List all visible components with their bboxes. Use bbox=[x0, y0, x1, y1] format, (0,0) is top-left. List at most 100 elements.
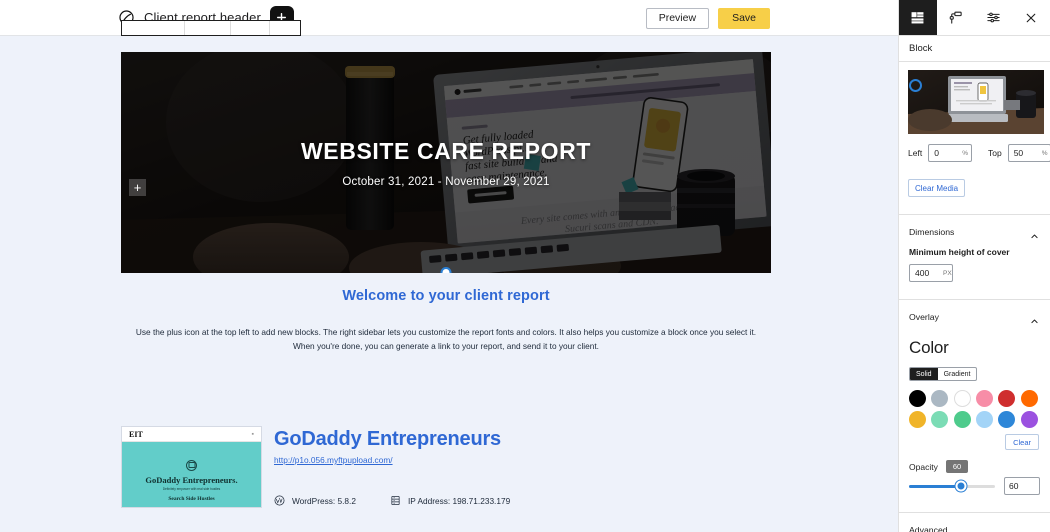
fact-wordpress: WordPress: 5.8.2 bbox=[274, 495, 356, 506]
sidebar-tabs bbox=[899, 0, 1050, 36]
block-toolbar-cell[interactable] bbox=[270, 21, 300, 35]
focal-point-picker[interactable] bbox=[899, 62, 1050, 134]
swatch-vivid-green-cyan[interactable] bbox=[953, 411, 971, 428]
swatch-vivid-red[interactable] bbox=[998, 390, 1016, 407]
chevron-up-icon bbox=[1030, 313, 1039, 323]
thumbnail-hero: GoDaddy Entrepreneurs. Definitely empowe… bbox=[122, 442, 261, 507]
swatch-pale-cyan-blue[interactable] bbox=[976, 411, 993, 428]
tab-close[interactable] bbox=[1012, 0, 1050, 35]
chevron-up-icon bbox=[1030, 228, 1039, 238]
segment-solid[interactable]: Solid bbox=[910, 368, 938, 380]
welcome-paragraph: Use the plus icon at the top left to add… bbox=[135, 327, 757, 351]
editor-canvas: Get fully loaded WordPress pl... fast si… bbox=[0, 36, 898, 532]
shield-icon bbox=[186, 459, 197, 471]
swatch-white[interactable] bbox=[953, 390, 971, 407]
left-label: Left bbox=[908, 148, 923, 158]
preview-button[interactable]: Preview bbox=[645, 7, 710, 29]
opacity-control: Opacity 60 bbox=[899, 450, 1050, 495]
segment-gradient[interactable]: Gradient bbox=[938, 368, 977, 380]
min-height-row: PX bbox=[899, 257, 1050, 282]
settings-sidebar: Block Left 0 % Top 50 % Clear Media Dime… bbox=[898, 0, 1050, 532]
block-toolbar-cell[interactable] bbox=[122, 21, 185, 35]
top-unit: % bbox=[1041, 149, 1048, 157]
block-toolbar[interactable] bbox=[121, 20, 301, 36]
wordpress-icon bbox=[274, 495, 285, 506]
swatch-vivid-cyan-blue[interactable] bbox=[998, 411, 1016, 428]
fact-wordpress-text: WordPress: 5.8.2 bbox=[292, 495, 356, 506]
opacity-label: Opacity bbox=[909, 461, 938, 472]
top-input-wrap[interactable]: % bbox=[1007, 144, 1050, 162]
min-height-input-wrap[interactable]: PX bbox=[909, 264, 953, 282]
cover-title: WEBSITE CARE REPORT bbox=[301, 137, 591, 164]
thumbnail-footer: Search Side Hustles bbox=[168, 496, 215, 502]
fact-ip-address: IP Address: 198.71.233.179 bbox=[390, 495, 510, 506]
sidebar-section-title: Block bbox=[899, 36, 1050, 62]
overlay-title: Overlay bbox=[909, 312, 939, 322]
site-summary-block: EIT ▪ GoDaddy Entrepreneurs. Definitely … bbox=[121, 426, 771, 508]
opacity-header: Opacity 60 bbox=[909, 460, 1040, 473]
dimensions-title: Dimensions bbox=[909, 227, 955, 237]
left-unit: % bbox=[962, 149, 968, 157]
top-label: Top bbox=[987, 148, 1002, 158]
chevron-down-icon bbox=[1030, 526, 1039, 532]
cover-content: WEBSITE CARE REPORT October 31, 2021 - N… bbox=[121, 52, 771, 273]
cover-block[interactable]: Get fully loaded WordPress pl... fast si… bbox=[121, 52, 771, 273]
min-height-input[interactable] bbox=[915, 268, 943, 278]
focal-point-handle-icon[interactable] bbox=[909, 79, 922, 92]
welcome-heading: Welcome to your client report bbox=[342, 288, 550, 304]
plus-icon: + bbox=[133, 180, 142, 195]
thumbnail-browser-bar: EIT ▪ bbox=[122, 427, 261, 442]
swatch-pale-pink[interactable] bbox=[976, 390, 993, 407]
site-url-link[interactable]: http://p1o.056.myftpupload.com/ bbox=[274, 455, 393, 465]
swatch-black[interactable] bbox=[909, 390, 926, 407]
thumbnail-heading: GoDaddy Entrepreneurs. bbox=[145, 474, 238, 485]
fact-ip-text: IP Address: 198.71.233.179 bbox=[407, 495, 511, 506]
thumbnail-site-label: EIT bbox=[129, 429, 143, 439]
dimensions-panel-header[interactable]: Dimensions bbox=[899, 215, 1050, 247]
cover-add-block-button[interactable]: + bbox=[129, 179, 146, 196]
advanced-title: Advanced bbox=[909, 525, 948, 532]
swatch-cyan-bluish-gray[interactable] bbox=[931, 390, 949, 407]
opacity-slider[interactable] bbox=[909, 480, 995, 492]
more-icon: ▪ bbox=[251, 430, 254, 438]
header-actions: Preview Save bbox=[645, 0, 898, 36]
block-toolbar-cell[interactable] bbox=[231, 21, 271, 35]
opacity-tooltip-value: 60 bbox=[945, 460, 969, 473]
clear-media-button[interactable]: Clear Media bbox=[908, 179, 966, 197]
tab-settings[interactable] bbox=[975, 0, 1013, 35]
left-input-wrap[interactable]: % bbox=[928, 144, 972, 162]
clear-color-button[interactable]: Clear bbox=[1005, 434, 1039, 450]
tab-block-inserter[interactable] bbox=[899, 0, 937, 35]
paint-roller-icon bbox=[948, 10, 963, 25]
focal-point-preview[interactable] bbox=[908, 70, 1044, 134]
overlay-panel-header[interactable]: Overlay bbox=[899, 300, 1050, 332]
site-details: GoDaddy Entrepreneurs http://p1o.056.myf… bbox=[274, 426, 510, 508]
tab-styles[interactable] bbox=[937, 0, 975, 35]
color-heading: Color bbox=[909, 338, 949, 357]
left-input[interactable] bbox=[934, 148, 963, 158]
opacity-slider-handle[interactable] bbox=[955, 480, 967, 492]
welcome-section: Welcome to your client report Use the pl… bbox=[121, 288, 771, 353]
site-name: GoDaddy Entrepreneurs bbox=[274, 428, 501, 450]
save-button[interactable]: Save bbox=[718, 7, 770, 29]
swatch-amber[interactable] bbox=[909, 411, 926, 428]
swatch-vivid-purple[interactable] bbox=[1020, 411, 1038, 428]
advanced-panel-header[interactable]: Advanced bbox=[899, 513, 1050, 532]
clear-color-wrap: Clear bbox=[899, 428, 1050, 450]
opacity-number-input[interactable] bbox=[1004, 477, 1040, 495]
top-input[interactable] bbox=[1013, 148, 1042, 158]
color-type-segmented-control[interactable]: Solid Gradient bbox=[909, 367, 978, 381]
swatch-light-green-cyan[interactable] bbox=[931, 411, 949, 428]
swatch-luminous-orange[interactable] bbox=[1020, 390, 1038, 407]
close-icon bbox=[1024, 11, 1038, 25]
site-screenshot-thumbnail: EIT ▪ GoDaddy Entrepreneurs. Definitely … bbox=[121, 426, 262, 508]
site-facts: WordPress: 5.8.2 IP Address: 198.71.233.… bbox=[274, 495, 510, 506]
cover-resize-handle[interactable] bbox=[440, 267, 452, 273]
sliders-icon bbox=[986, 10, 1001, 25]
server-icon bbox=[390, 495, 401, 506]
block-toolbar-cell[interactable] bbox=[185, 21, 232, 35]
color-swatch-grid bbox=[899, 381, 1050, 428]
opacity-row bbox=[909, 477, 1040, 495]
focal-coordinates-row: Left % Top % bbox=[899, 134, 1050, 162]
thumbnail-tagline: Definitely empower with real side hustle… bbox=[162, 486, 221, 491]
